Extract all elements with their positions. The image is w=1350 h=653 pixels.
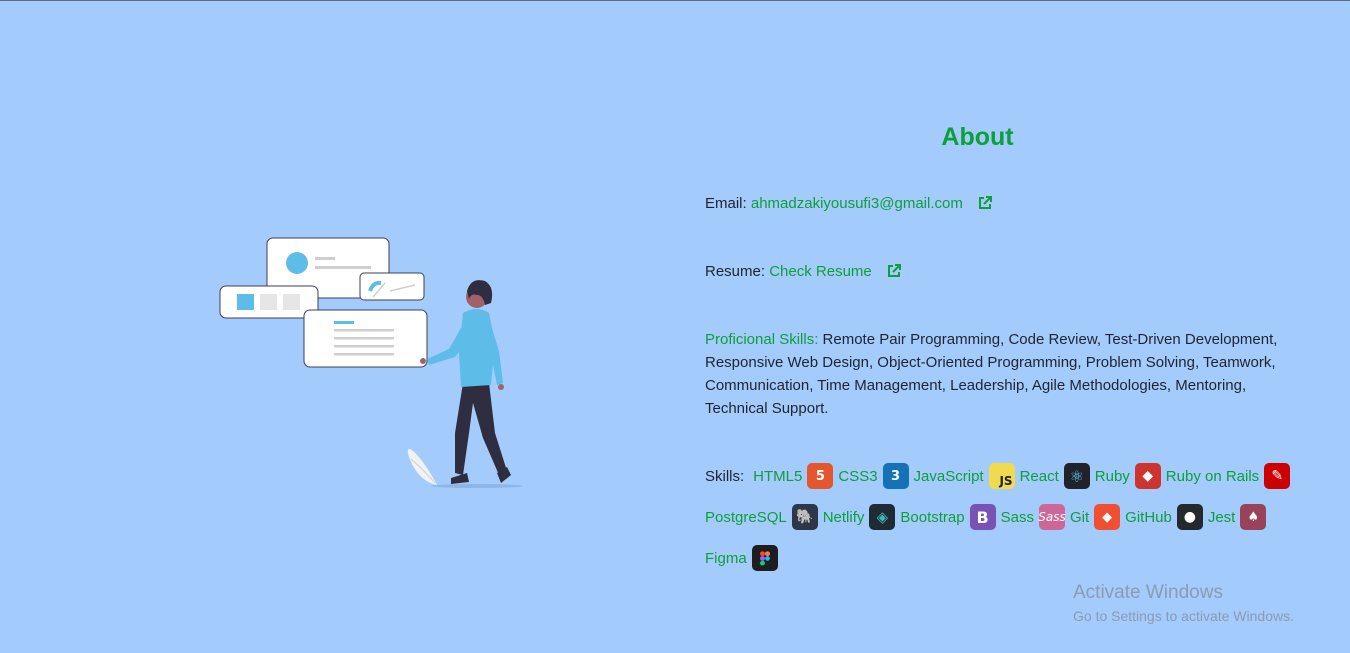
skill-bootstrap: Bootstrap xyxy=(900,508,965,526)
html5-icon: 5 xyxy=(807,463,834,489)
skill-html5: HTML5 xyxy=(753,467,803,485)
react-icon: ⚛ xyxy=(1063,463,1090,489)
skill-github: GitHub xyxy=(1125,508,1172,526)
plant-leaf xyxy=(407,449,437,485)
skill-rails: Ruby on Rails xyxy=(1165,467,1260,485)
skills-row: Figma xyxy=(705,544,1305,572)
ruby-icon: ◆ xyxy=(1134,463,1161,489)
bootstrap-icon: B xyxy=(969,504,996,530)
skill-react: React xyxy=(1019,467,1059,485)
skill-ruby: Ruby xyxy=(1094,467,1130,485)
email-label: Email: xyxy=(705,195,747,212)
watermark-subtitle: Go to Settings to activate Windows. xyxy=(1073,608,1294,624)
rails-icon: ✎ xyxy=(1264,463,1291,489)
resume-link[interactable]: Check Resume xyxy=(769,263,872,280)
person-figure xyxy=(420,280,511,484)
sass-icon: Sass xyxy=(1038,504,1066,530)
hero-illustration xyxy=(219,237,523,488)
section-title: About xyxy=(941,123,1014,151)
netlify-icon: ◈ xyxy=(869,504,896,530)
git-icon: ◆ xyxy=(1094,504,1121,530)
css3-icon: 3 xyxy=(882,463,909,489)
skill-css3: CSS3 xyxy=(838,467,878,485)
watermark-title: Activate Windows xyxy=(1073,582,1223,603)
ui-cards xyxy=(219,237,428,368)
resume-label: Resume: xyxy=(705,263,766,280)
skill-netlify: Netlify xyxy=(822,508,865,526)
skill-javascript: JavaScript xyxy=(913,467,984,485)
skill-sass: Sass xyxy=(1000,508,1034,526)
figma-icon xyxy=(751,545,778,571)
skill-figma: Figma xyxy=(705,549,747,567)
external-link-icon[interactable] xyxy=(886,263,902,279)
skill-git: Git xyxy=(1069,508,1090,526)
postgresql-icon: 🐘 xyxy=(791,504,818,530)
external-link-icon[interactable] xyxy=(977,195,993,211)
jest-icon: ♠ xyxy=(1240,504,1267,530)
proficient-skills: Proficional Skills: Remote Pair Programm… xyxy=(705,328,1285,420)
proficient-label: Proficional Skills: xyxy=(705,331,819,348)
skills-row: Skills: HTML5 5 CSS3 3 JavaScript JS Rea… xyxy=(705,462,1305,490)
skills-row: PostgreSQL 🐘 Netlify ◈ Bootstrap B Sass … xyxy=(705,503,1305,531)
ground-shadow xyxy=(431,484,523,488)
skill-jest: Jest xyxy=(1207,508,1236,526)
skills-label: Skills: xyxy=(705,467,745,485)
skills-list: Skills: HTML5 5 CSS3 3 JavaScript JS Rea… xyxy=(705,462,1305,585)
email-link[interactable]: ahmadzakiyousufi3@gmail.com xyxy=(751,195,963,212)
figma-logo xyxy=(759,550,770,565)
skill-postgresql: PostgreSQL xyxy=(705,508,787,526)
windows-activation-watermark: Activate Windows Go to Settings to activ… xyxy=(1073,581,1294,627)
javascript-icon: JS xyxy=(988,463,1015,489)
email-row: Email: ahmadzakiyousufi3@gmail.com xyxy=(705,192,993,215)
github-icon: ● xyxy=(1176,504,1203,530)
resume-row: Resume: Check Resume xyxy=(705,260,902,283)
